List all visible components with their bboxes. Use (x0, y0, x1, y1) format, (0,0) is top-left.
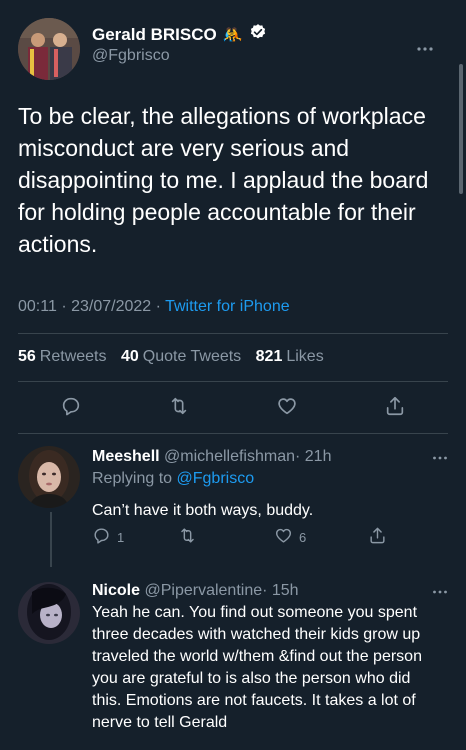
reply-icon (92, 526, 111, 548)
tweet-actions (18, 388, 448, 428)
reply-author-handle[interactable]: @michellefishman (164, 448, 295, 465)
reply-author-name[interactable]: Nicole (92, 582, 140, 599)
share-icon[interactable] (384, 395, 406, 422)
share-icon (368, 526, 387, 548)
divider (18, 381, 448, 382)
likes-count: 821 (255, 348, 283, 365)
reply-action[interactable]: 1 (92, 526, 124, 548)
retweet-action[interactable] (178, 526, 203, 548)
quotes-count: 40 (120, 348, 139, 365)
reply-header: Nicole @Pipervalentine· 15h (92, 582, 299, 600)
more-icon[interactable] (432, 582, 448, 598)
reply-count: 1 (117, 529, 125, 545)
author-name[interactable]: Gerald BRISCO (92, 25, 217, 45)
verified-icon (249, 23, 267, 46)
thread-line (50, 512, 52, 567)
retweets-label: Retweets (39, 348, 107, 365)
retweets-count: 56 (18, 348, 36, 365)
quotes-label: Quote Tweets (142, 348, 242, 365)
like-count: 6 (299, 529, 307, 545)
scrollbar[interactable] (459, 64, 463, 194)
tweet-time[interactable]: 00:11 (18, 298, 57, 315)
share-action[interactable] (368, 526, 387, 548)
likes-stat[interactable]: 821 Likes (256, 348, 324, 365)
tweet-source[interactable]: Twitter for iPhone (165, 298, 290, 315)
more-icon[interactable] (432, 448, 448, 464)
like-icon (274, 526, 293, 548)
retweet-icon (178, 526, 197, 548)
meta-separator: · (61, 298, 67, 315)
reply-avatar[interactable] (18, 582, 80, 644)
reply-icon[interactable] (60, 395, 82, 422)
like-action[interactable]: 6 (274, 526, 306, 548)
tweet-date[interactable]: 23/07/2022 (71, 298, 151, 315)
tweet-stats: 56 Retweets 40 Quote Tweets 821 Likes (18, 348, 334, 366)
reply-header: Meeshell @michellefishman· 21h (92, 448, 331, 466)
more-icon[interactable] (416, 43, 434, 52)
reply-author-name[interactable]: Meeshell (92, 448, 160, 465)
divider (18, 433, 448, 434)
tweet-text: To be clear, the allegations of workplac… (18, 103, 429, 257)
author-emoji: 🤼 (222, 26, 243, 44)
author-avatar[interactable] (18, 18, 80, 80)
replying-to-handle[interactable]: @Fgbrisco (177, 470, 255, 487)
reply-age: · 21h (295, 448, 332, 465)
replying-to: Replying to @Fgbrisco (92, 470, 254, 488)
divider (18, 333, 448, 334)
meta-separator: · (155, 298, 161, 315)
reply-text: Can’t have it both ways, buddy. (92, 502, 314, 519)
reply-author-handle[interactable]: @Pipervalentine (144, 582, 262, 599)
like-icon[interactable] (276, 395, 298, 422)
reply-text: Yeah he can. You find out someone you sp… (92, 604, 422, 731)
reply-age: · 15h (262, 582, 299, 599)
reply-actions: 1 6 (92, 526, 392, 550)
retweet-icon[interactable] (168, 395, 190, 422)
reply-item[interactable]: Meeshell @michellefishman· 21h Replying … (18, 446, 448, 566)
author-handle[interactable]: @Fgbrisco (92, 47, 170, 65)
reply-avatar[interactable] (18, 446, 80, 508)
replying-prefix: Replying to (92, 470, 173, 487)
reply-item[interactable]: Nicole @Pipervalentine· 15h Yeah he can.… (18, 580, 448, 750)
tweet-author: Gerald BRISCO 🤼 @Fgbrisco (18, 18, 438, 80)
retweets-stat[interactable]: 56 Retweets (18, 348, 107, 365)
tweet-meta: 00:11 · 23/07/2022 · Twitter for iPhone (18, 298, 290, 316)
likes-label: Likes (286, 348, 324, 365)
quotes-stat[interactable]: 40 Quote Tweets (121, 348, 241, 365)
